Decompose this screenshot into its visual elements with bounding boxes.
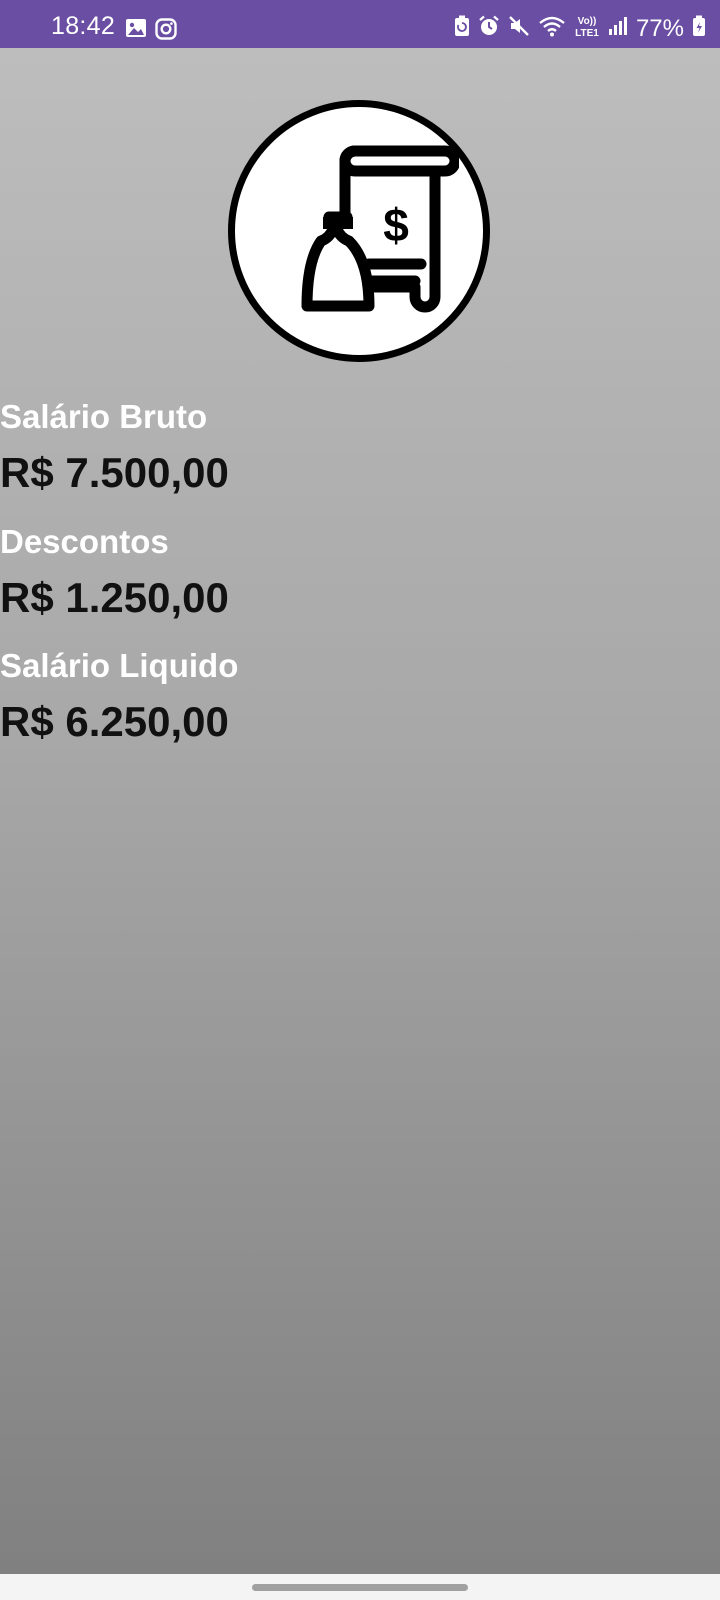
salary-scroll-dollar-icon: $ [301, 145, 459, 313]
battery-saver-icon [454, 15, 470, 42]
navigation-bar [0, 1574, 720, 1600]
main-screen: $ Salário Bruto R$ 7.500,00 Descontos R$… [0, 48, 720, 1574]
wifi-icon [538, 15, 566, 42]
svg-text:LTE1: LTE1 [575, 28, 599, 38]
discounts-label: Descontos [0, 523, 169, 560]
net-salary-value: R$ 6.250,00 [0, 698, 229, 745]
battery-percent: 77% [635, 14, 684, 42]
gross-salary-value: R$ 7.500,00 [0, 449, 229, 496]
discounts-value: R$ 1.250,00 [0, 574, 229, 621]
status-time: 18:42 [51, 12, 116, 40]
gross-salary-label: Salário Bruto [0, 398, 208, 435]
volte-icon: Vo)) LTE1 [574, 14, 600, 43]
svg-text:Vo)): Vo)) [578, 16, 597, 27]
signal-icon [608, 16, 628, 41]
svg-text:$: $ [383, 199, 409, 251]
instagram-icon [155, 18, 177, 45]
mute-icon [508, 15, 530, 42]
gallery-icon [125, 18, 147, 45]
salary-logo: $ [228, 100, 490, 362]
battery-icon [692, 15, 706, 42]
alarm-icon [478, 15, 500, 42]
status-left-icons [125, 18, 177, 45]
gesture-handle[interactable] [252, 1584, 468, 1591]
status-bar: 18:42 Vo)) LTE1 77% [0, 0, 720, 48]
status-right-icons: Vo)) LTE1 77% [454, 14, 706, 43]
net-salary-label: Salário Liquido [0, 647, 239, 684]
